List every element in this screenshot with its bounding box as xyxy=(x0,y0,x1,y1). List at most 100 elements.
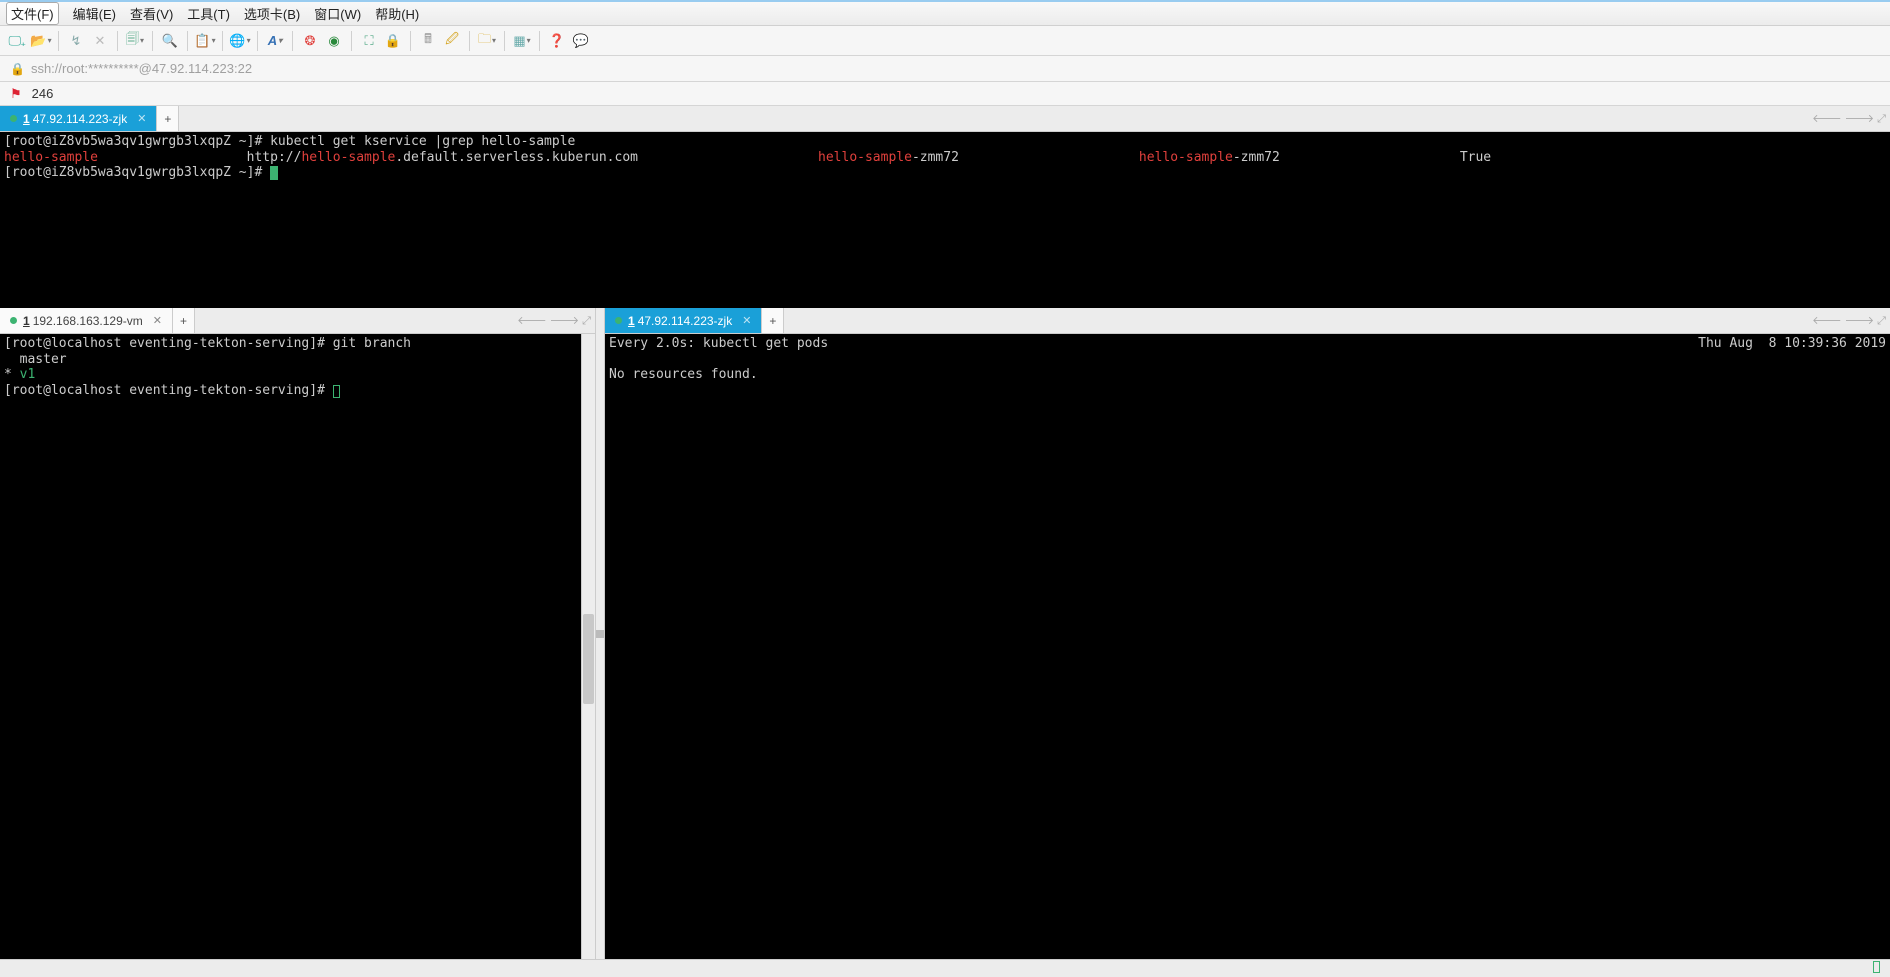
top-tab-add[interactable]: + xyxy=(157,106,179,131)
toolbar-separator xyxy=(187,31,188,51)
help-icon[interactable]: ❓ xyxy=(546,30,568,52)
top-tab-label: 47.92.114.223-zjk xyxy=(33,112,128,126)
branch-line: master xyxy=(4,352,67,367)
vertical-splitter[interactable] xyxy=(595,308,605,959)
status-cursor-icon xyxy=(1873,961,1880,973)
fullscreen-icon[interactable]: ⛶ xyxy=(358,30,380,52)
pane-container: 1 47.92.114.223-zjk ✕ + 🡐 🡒 ⤢ [root@iZ8v… xyxy=(0,106,1890,959)
top-tabstrip: 1 47.92.114.223-zjk ✕ + 🡐 🡒 ⤢ xyxy=(0,106,1890,132)
chat-icon[interactable]: 💬 xyxy=(570,30,592,52)
menu-edit[interactable]: 编辑(E) xyxy=(73,4,116,23)
current-branch: v1 xyxy=(20,367,36,382)
bl-tabstrip: 1 192.168.163.129-vm ✕ + 🡐 🡒 ⤢ xyxy=(0,308,595,334)
latest-ready: hello-sample xyxy=(1139,150,1233,165)
target-icon[interactable]: ◉ xyxy=(323,30,345,52)
status-bar xyxy=(0,959,1890,977)
close-icon[interactable]: ✕ xyxy=(137,112,146,125)
search-icon[interactable]: 🔍 xyxy=(159,30,181,52)
bl-tab-num: 1 xyxy=(23,314,30,328)
paste-icon[interactable]: 📋 xyxy=(194,30,216,52)
close-icon[interactable]: ✕ xyxy=(153,314,162,327)
scrollbar-thumb[interactable] xyxy=(583,614,594,704)
bookmarks-bar: ⚑ 246 xyxy=(0,82,1890,106)
folder-icon[interactable]: 🗀 xyxy=(476,30,498,52)
bl-tab-add[interactable]: + xyxy=(173,308,195,333)
url-rest: .default.serverless.kuberun.com xyxy=(395,150,638,165)
copy-icon[interactable]: 🗐 xyxy=(124,30,146,52)
br-nav-arrows[interactable]: 🡐 🡒 ⤢ xyxy=(1812,308,1886,333)
toolbar-separator xyxy=(222,31,223,51)
menu-file[interactable]: 文件(F) xyxy=(6,2,59,25)
url-host: hello-sample xyxy=(301,150,395,165)
toolbar-separator xyxy=(292,31,293,51)
address-bar: 🔒 ssh://root:**********@47.92.114.223:22 xyxy=(0,56,1890,82)
lock-small-icon: 🔒 xyxy=(10,62,25,76)
ready-col: True xyxy=(1460,150,1491,165)
bottom-row: 1 192.168.163.129-vm ✕ + 🡐 🡒 ⤢ [root@loc… xyxy=(0,308,1890,959)
svc-name: hello-sample xyxy=(4,150,98,165)
globe-icon[interactable]: 🌐 xyxy=(229,30,251,52)
br-tab-num: 1 xyxy=(628,314,635,328)
bottom-left-pane: 1 192.168.163.129-vm ✕ + 🡐 🡒 ⤢ [root@loc… xyxy=(0,308,595,959)
prompt: [root@iZ8vb5wa3qv1gwrgb3lxqpZ ~]# xyxy=(4,165,262,180)
spiral-icon[interactable]: ❂ xyxy=(299,30,321,52)
bl-terminal[interactable]: [root@localhost eventing-tekton-serving]… xyxy=(0,334,595,959)
open-icon[interactable]: 📂 xyxy=(30,30,52,52)
br-tab-1[interactable]: 1 47.92.114.223-zjk ✕ xyxy=(605,308,762,333)
toolbar-separator xyxy=(152,31,153,51)
disconnect-icon[interactable]: ✕ xyxy=(89,30,111,52)
url-prefix: http:// xyxy=(247,150,302,165)
top-pane: 1 47.92.114.223-zjk ✕ + 🡐 🡒 ⤢ [root@iZ8v… xyxy=(0,106,1890,308)
top-terminal[interactable]: [root@iZ8vb5wa3qv1gwrgb3lxqpZ ~]# kubect… xyxy=(0,132,1890,308)
menu-view[interactable]: 查看(V) xyxy=(130,4,173,23)
reconnect-icon[interactable]: ↯ xyxy=(65,30,87,52)
toolbar-separator xyxy=(410,31,411,51)
top-tab-num: 1 xyxy=(23,112,30,126)
top-nav-arrows[interactable]: 🡐 🡒 ⤢ xyxy=(1812,106,1886,131)
calculator-icon[interactable]: 🖩 xyxy=(417,30,439,52)
toolbar-separator xyxy=(504,31,505,51)
top-tab-1[interactable]: 1 47.92.114.223-zjk ✕ xyxy=(0,106,157,131)
font-icon[interactable]: A xyxy=(264,30,286,52)
toolbar: 🖵₊ 📂 ↯ ✕ 🗐 🔍 📋 🌐 A ❂ ◉ ⛶ 🔒 🖩 🖉 🗀 ▦ ❓ 💬 xyxy=(0,26,1890,56)
menu-window[interactable]: 窗口(W) xyxy=(314,4,361,23)
cursor-icon xyxy=(333,385,340,398)
close-icon[interactable]: ✕ xyxy=(742,314,751,327)
flag-icon[interactable]: ⚑ xyxy=(10,86,22,102)
menu-tabs[interactable]: 选项卡(B) xyxy=(244,4,300,23)
toolbar-separator xyxy=(469,31,470,51)
br-terminal[interactable]: Every 2.0s: kubectl get pods Thu Aug 8 10… xyxy=(605,334,1890,959)
watch-header-left: Every 2.0s: kubectl get pods xyxy=(609,336,828,351)
status-dot-icon xyxy=(10,115,17,122)
cmd: git branch xyxy=(333,336,411,351)
watch-header-right: Thu Aug 8 10:39:36 2019 xyxy=(1698,336,1886,352)
highlight-icon[interactable]: 🖉 xyxy=(441,30,463,52)
prompt: [root@iZ8vb5wa3qv1gwrgb3lxqpZ ~]# xyxy=(4,134,262,149)
toolbar-separator xyxy=(257,31,258,51)
latest-created: hello-sample xyxy=(818,150,912,165)
bl-tab-1[interactable]: 1 192.168.163.129-vm ✕ xyxy=(0,308,173,333)
bl-tab-label: 192.168.163.129-vm xyxy=(33,314,143,328)
toolbar-separator xyxy=(117,31,118,51)
cmd: kubectl get kservice |grep hello-sample xyxy=(270,134,575,149)
toolbar-separator xyxy=(539,31,540,51)
lock-icon[interactable]: 🔒 xyxy=(382,30,404,52)
status-dot-icon xyxy=(615,317,622,324)
bottom-right-pane: 1 47.92.114.223-zjk ✕ + 🡐 🡒 ⤢ Every 2.0s… xyxy=(605,308,1890,959)
bookmark-item[interactable]: 246 xyxy=(32,86,54,101)
menu-tools[interactable]: 工具(T) xyxy=(187,4,230,23)
br-tabstrip: 1 47.92.114.223-zjk ✕ + 🡐 🡒 ⤢ xyxy=(605,308,1890,334)
br-tab-add[interactable]: + xyxy=(762,308,784,333)
new-session-icon[interactable]: 🖵₊ xyxy=(6,30,28,52)
status-dot-icon xyxy=(10,317,17,324)
cursor-icon xyxy=(270,166,278,180)
layout-icon[interactable]: ▦ xyxy=(511,30,533,52)
bl-scrollbar[interactable] xyxy=(581,334,595,959)
menubar: 文件(F) 编辑(E) 查看(V) 工具(T) 选项卡(B) 窗口(W) 帮助(… xyxy=(0,0,1890,26)
toolbar-separator xyxy=(351,31,352,51)
toolbar-separator xyxy=(58,31,59,51)
splitter-handle-icon xyxy=(596,630,604,638)
menu-help[interactable]: 帮助(H) xyxy=(375,4,419,23)
br-tab-label: 47.92.114.223-zjk xyxy=(638,314,733,328)
bl-nav-arrows[interactable]: 🡐 🡒 ⤢ xyxy=(517,308,591,333)
